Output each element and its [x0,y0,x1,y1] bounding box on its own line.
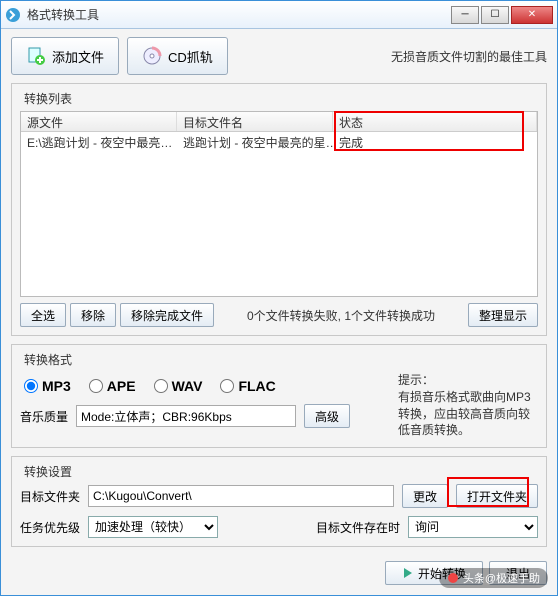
settings-group: 转换设置 目标文件夹 更改 打开文件夹 任务优先级 加速处理（较快） 目标文件存… [11,456,547,547]
app-icon [5,7,21,23]
radio-wav-input[interactable] [154,379,168,393]
cd-icon [142,46,162,66]
remove-done-button[interactable]: 移除完成文件 [120,303,214,327]
settings-label: 转换设置 [20,463,76,480]
cd-rip-button[interactable]: CD抓轨 [127,37,228,75]
hint-title: 提示： [398,372,538,389]
remove-button[interactable]: 移除 [70,303,116,327]
format-group: 转换格式 MP3 APE WAV FLAC 音乐质量 高级 [11,344,547,448]
convert-list-label: 转换列表 [20,90,76,107]
cell-source: E:\逃跑计划 - 夜空中最亮… [21,132,177,150]
maximize-button[interactable]: ☐ [481,6,509,24]
folder-label: 目标文件夹 [20,488,80,505]
conversion-status: 0个文件转换失败, 1个文件转换成功 [218,307,464,324]
titlebar-title: 格式转换工具 [27,6,451,23]
hint-box: 提示： 有损音乐格式歌曲向MP3转换，应由较高音质向较低音质转换。 [398,372,538,439]
app-window: 格式转换工具 ─ ☐ ✕ 添加文件 CD抓轨 无损音质文件切割的最佳工具 转换列… [0,0,558,596]
quality-input[interactable] [76,405,296,427]
radio-mp3[interactable]: MP3 [24,378,71,394]
radio-flac[interactable]: FLAC [220,378,275,394]
watermark: 头条@极速手助 [439,568,548,588]
advanced-button[interactable]: 高级 [304,404,350,428]
radio-wav[interactable]: WAV [154,378,203,394]
exists-label: 目标文件存在时 [316,519,400,536]
radio-ape[interactable]: APE [89,378,136,394]
watermark-icon [447,572,459,584]
file-list[interactable]: 源文件 目标文件名 状态 E:\逃跑计划 - 夜空中最亮… 逃跑计划 - 夜空中… [20,111,538,297]
list-row[interactable]: E:\逃跑计划 - 夜空中最亮… 逃跑计划 - 夜空中最亮的星… 完成 [21,132,537,150]
priority-label: 任务优先级 [20,519,80,536]
change-folder-button[interactable]: 更改 [402,484,448,508]
close-button[interactable]: ✕ [511,6,553,24]
format-label: 转换格式 [20,351,76,368]
cd-rip-label: CD抓轨 [168,47,213,66]
radio-mp3-input[interactable] [24,379,38,393]
priority-select[interactable]: 加速处理（较快） [88,516,218,538]
quality-label: 音乐质量 [20,408,68,425]
titlebar: 格式转换工具 ─ ☐ ✕ [1,1,557,29]
hint-body: 有损音乐格式歌曲向MP3转换，应由较高音质向较低音质转换。 [398,389,538,439]
format-radios: MP3 APE WAV FLAC [20,372,384,400]
cell-status: 完成 [333,132,537,150]
list-header: 源文件 目标文件名 状态 [21,112,537,132]
radio-flac-input[interactable] [220,379,234,393]
add-file-icon [26,46,46,66]
play-icon [402,567,414,579]
col-target[interactable]: 目标文件名 [177,112,333,131]
select-all-button[interactable]: 全选 [20,303,66,327]
exists-select[interactable]: 询问 [408,516,538,538]
minimize-button[interactable]: ─ [451,6,479,24]
folder-input[interactable] [88,485,394,507]
col-source[interactable]: 源文件 [21,112,177,131]
tagline: 无损音质文件切割的最佳工具 [391,48,547,65]
tidy-button[interactable]: 整理显示 [468,303,538,327]
convert-list-group: 转换列表 源文件 目标文件名 状态 E:\逃跑计划 - 夜空中最亮… 逃跑计划 … [11,83,547,336]
cell-target: 逃跑计划 - 夜空中最亮的星… [177,132,333,150]
open-folder-button[interactable]: 打开文件夹 [456,484,538,508]
add-file-button[interactable]: 添加文件 [11,37,119,75]
radio-ape-input[interactable] [89,379,103,393]
add-file-label: 添加文件 [52,47,104,66]
col-status[interactable]: 状态 [333,112,537,131]
